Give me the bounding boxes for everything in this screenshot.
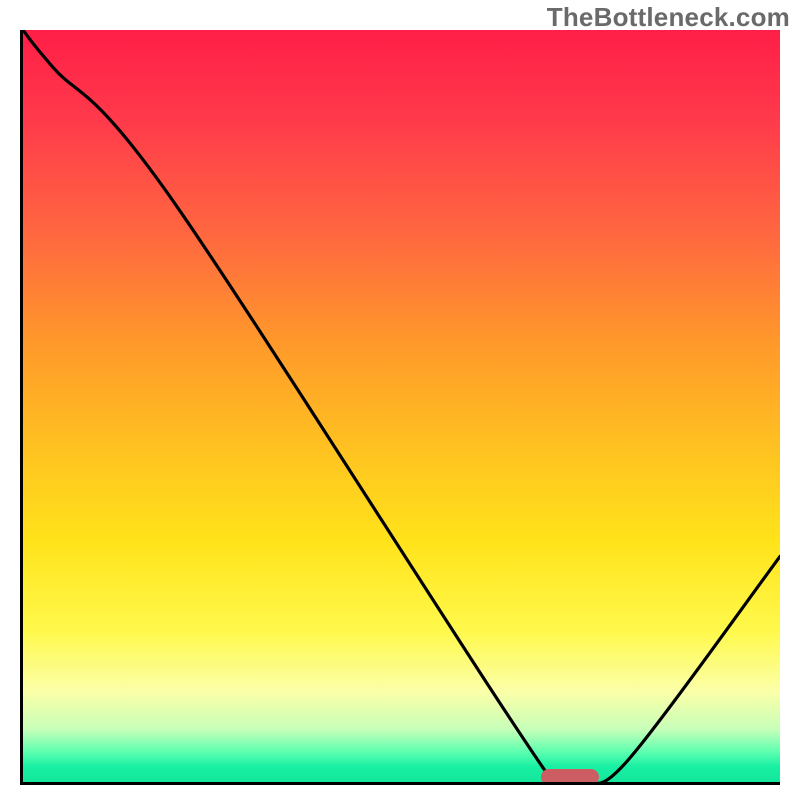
watermark-text: TheBottleneck.com [547,2,790,33]
bottleneck-curve [23,30,780,782]
optimum-marker [541,769,599,785]
chart-frame: TheBottleneck.com [0,0,800,800]
plot-area [20,30,780,785]
